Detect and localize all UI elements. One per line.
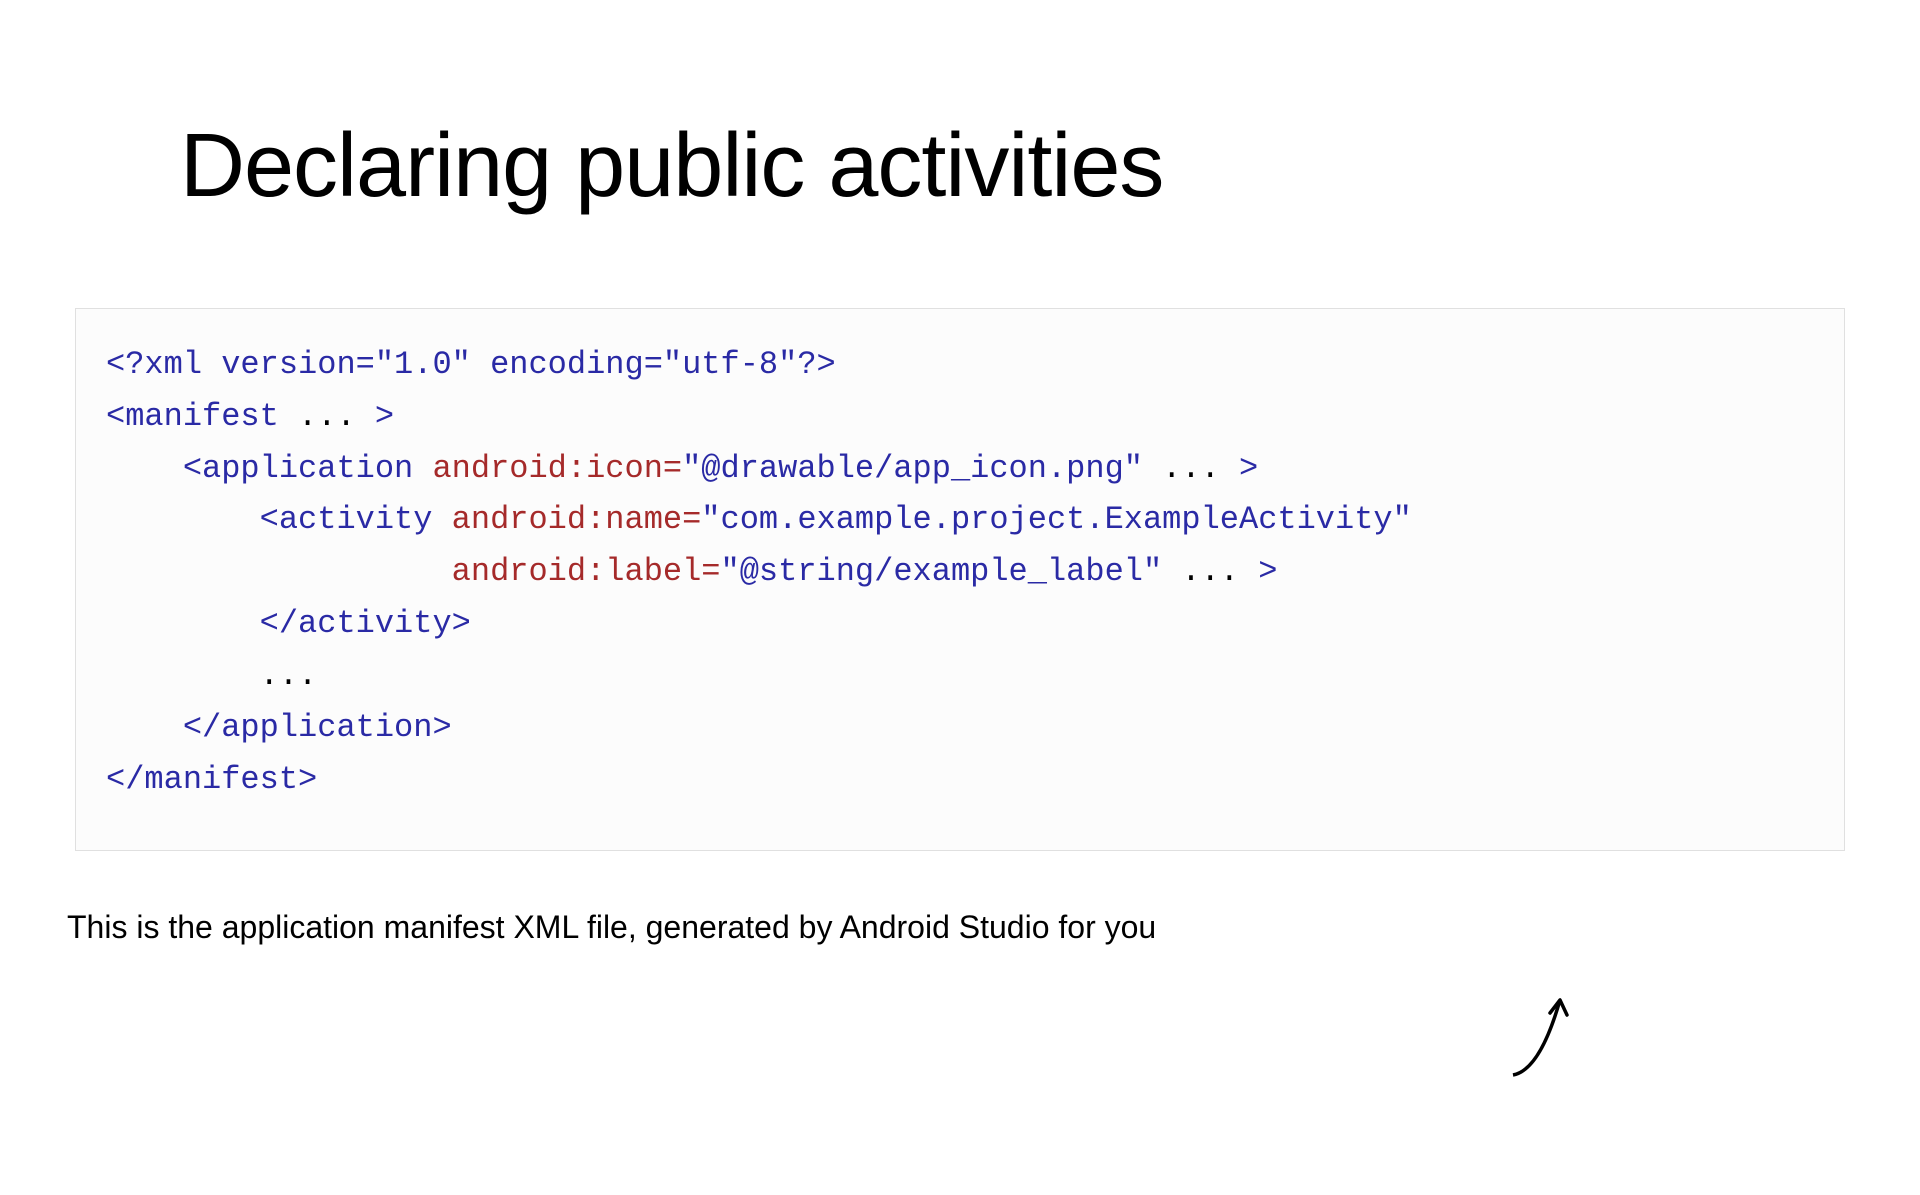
code-token: "@string/example_label" (721, 553, 1163, 590)
code-token: android:name= (432, 501, 701, 538)
code-token: </application> (106, 709, 452, 746)
code-token: </manifest> (106, 761, 317, 798)
code-token: > (1239, 450, 1258, 487)
code-token: "1.0" (375, 346, 471, 383)
code-token: <activity (106, 501, 432, 538)
code-token: > (1258, 553, 1277, 590)
code-token: ?> (797, 346, 835, 383)
code-token: ... (279, 398, 375, 435)
slide-title: Declaring public activities (180, 115, 1920, 218)
code-token: android:label= (432, 553, 720, 590)
code-block: <?xml version="1.0" encoding="utf-8"?> <… (106, 339, 1814, 805)
code-token: <manifest (106, 398, 279, 435)
code-token: > (375, 398, 394, 435)
code-token: "utf-8" (663, 346, 797, 383)
code-token: android:icon= (413, 450, 682, 487)
code-token: "com.example.project.ExampleActivity" (701, 501, 1412, 538)
code-token (106, 553, 432, 590)
arrow-icon (1505, 985, 1575, 1080)
code-token: ... (106, 657, 317, 694)
code-token: <?xml version= (106, 346, 375, 383)
slide: Declaring public activities <?xml versio… (0, 115, 1920, 1195)
code-token: encoding= (471, 346, 663, 383)
code-token: ... (1162, 553, 1258, 590)
slide-caption: This is the application manifest XML fil… (67, 909, 1920, 946)
code-token: <application (106, 450, 413, 487)
code-token: "@drawable/app_icon.png" (682, 450, 1143, 487)
code-token: </activity> (106, 605, 471, 642)
code-container: <?xml version="1.0" encoding="utf-8"?> <… (75, 308, 1845, 851)
code-token: ... (1143, 450, 1239, 487)
